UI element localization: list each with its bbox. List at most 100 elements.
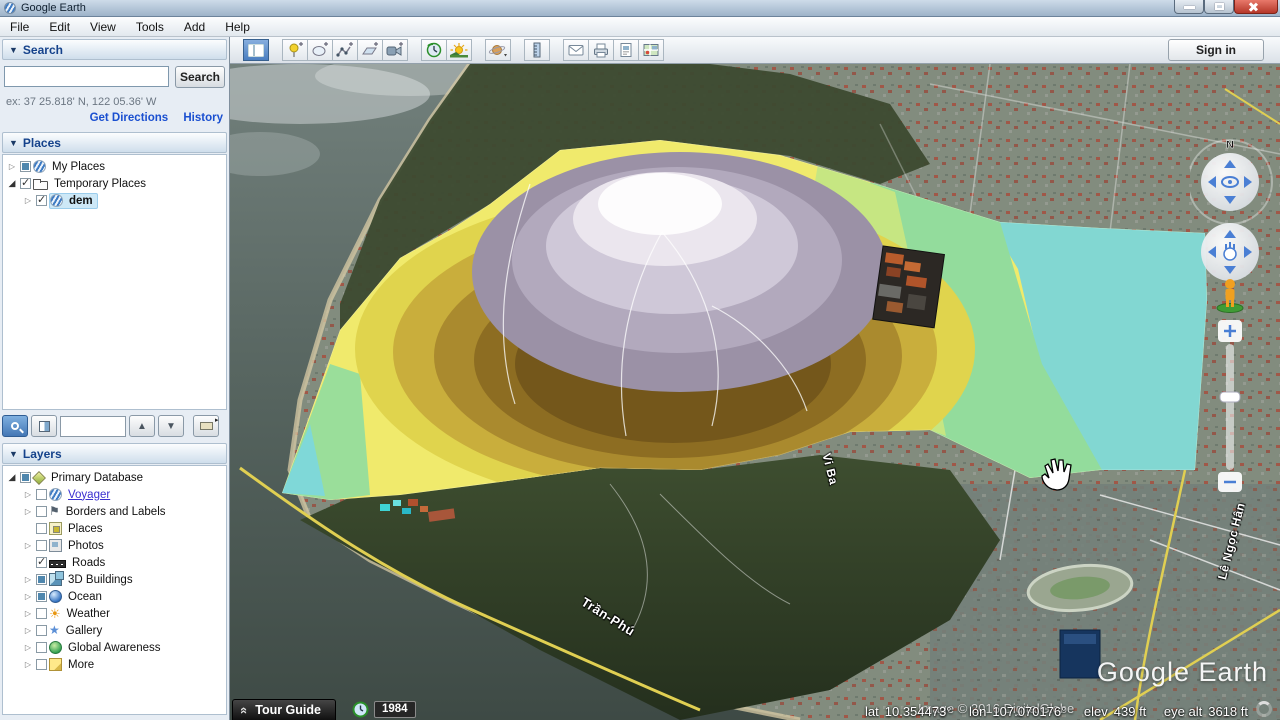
layers-item-primary-database[interactable]: ◢ Primary Database <box>3 469 226 486</box>
ruler-button[interactable] <box>524 39 550 61</box>
tree-item-label[interactable]: Borders and Labels <box>62 505 170 519</box>
checkbox[interactable] <box>36 489 47 500</box>
add-image-overlay-button[interactable] <box>357 39 383 61</box>
sidebar-toggle-button[interactable] <box>243 39 269 61</box>
layers-item-global-awareness[interactable]: ▷ Global Awareness <box>19 639 226 656</box>
checkbox[interactable] <box>36 555 47 568</box>
expander-icon[interactable]: ◢ <box>7 472 17 483</box>
checkbox[interactable] <box>36 608 47 619</box>
look-joystick[interactable] <box>1201 153 1259 211</box>
checkbox[interactable] <box>36 506 47 517</box>
expander-icon[interactable]: ◢ <box>7 178 17 189</box>
zoom-slider[interactable] <box>1218 320 1242 492</box>
historical-imagery-clock-icon[interactable] <box>352 701 369 718</box>
tree-item-label[interactable]: 3D Buildings <box>64 573 137 587</box>
tree-item-label[interactable]: Global Awareness <box>64 641 164 655</box>
checkbox[interactable] <box>36 193 47 206</box>
expander-icon[interactable]: ▷ <box>23 609 33 618</box>
show-profile-button[interactable] <box>31 415 57 437</box>
imagery-date-badge[interactable]: 1984 <box>374 701 416 718</box>
places-panel-header[interactable]: ▼ Places <box>2 132 227 153</box>
map-viewport[interactable]: Vi Ba Trần-Phú Hùng Vương Bà Triệu Lê Ng… <box>230 64 1280 720</box>
close-button[interactable] <box>1234 0 1278 14</box>
menu-edit[interactable]: Edit <box>39 18 80 36</box>
expander-icon[interactable]: ▷ <box>23 626 33 635</box>
layers-item-ocean[interactable]: ▷ Ocean <box>19 588 226 605</box>
checkbox[interactable] <box>20 472 31 483</box>
move-joystick[interactable] <box>1201 223 1259 281</box>
checkbox[interactable] <box>20 176 31 189</box>
menu-add[interactable]: Add <box>174 18 215 36</box>
pegman[interactable] <box>1216 279 1244 313</box>
checkbox[interactable] <box>36 523 47 534</box>
menu-view[interactable]: View <box>80 18 126 36</box>
menu-tools[interactable]: Tools <box>126 18 174 36</box>
tree-item-label[interactable]: Weather <box>63 607 114 621</box>
email-button[interactable] <box>563 39 589 61</box>
expander-icon[interactable]: ▷ <box>23 196 33 205</box>
photo-overlay[interactable] <box>872 245 946 329</box>
tree-item-label[interactable]: Photos <box>64 539 108 553</box>
sign-in-button[interactable]: Sign in <box>1168 39 1264 61</box>
expander-icon[interactable]: ▷ <box>23 575 33 584</box>
tree-item-label[interactable]: Voyager <box>64 488 114 502</box>
add-polygon-button[interactable] <box>307 39 333 61</box>
checkbox[interactable] <box>36 591 47 602</box>
save-image-button[interactable] <box>613 39 639 61</box>
places-item-dem[interactable]: ▷ dem <box>19 192 226 209</box>
tree-item-label[interactable]: My Places <box>48 160 109 174</box>
expander-icon[interactable]: ▷ <box>23 592 33 601</box>
tour-guide-button[interactable]: « Tour Guide <box>232 699 336 720</box>
layers-item-gallery[interactable]: ▷ ★ Gallery <box>19 622 226 639</box>
tree-item-label[interactable]: More <box>64 658 98 672</box>
expander-icon[interactable]: ▷ <box>23 541 33 550</box>
tree-item-label[interactable]: dem <box>65 194 97 208</box>
layers-item-3d-buildings[interactable]: ▷ 3D Buildings <box>19 571 226 588</box>
search-panel-header[interactable]: ▼ Search <box>2 39 227 60</box>
layers-item-places[interactable]: Places <box>19 520 226 537</box>
record-tour-button[interactable] <box>382 39 408 61</box>
folder-actions-button[interactable] <box>193 415 219 437</box>
search-input[interactable] <box>4 66 169 87</box>
zoom-handle[interactable] <box>1219 391 1241 403</box>
layers-item-roads[interactable]: Roads <box>19 554 226 571</box>
zoom-track[interactable] <box>1226 344 1234 470</box>
checkbox[interactable] <box>36 540 47 551</box>
move-up-button[interactable]: ▲ <box>129 415 155 437</box>
expander-icon[interactable]: ▷ <box>23 643 33 652</box>
menu-file[interactable]: File <box>0 18 39 36</box>
tree-item-label[interactable]: Roads <box>68 556 109 570</box>
menu-help[interactable]: Help <box>215 18 260 36</box>
layers-item-weather[interactable]: ▷ ☀ Weather <box>19 605 226 622</box>
tree-item-label[interactable]: Temporary Places <box>50 177 150 191</box>
add-placemark-button[interactable] <box>282 39 308 61</box>
layers-item-borders-and-labels[interactable]: ▷ ⚑ Borders and Labels <box>19 503 226 520</box>
restore-button[interactable] <box>1204 0 1234 14</box>
print-button[interactable] <box>588 39 614 61</box>
layers-item-voyager[interactable]: ▷ Voyager <box>19 486 226 503</box>
layers-item-more[interactable]: ▷ More <box>19 656 226 673</box>
sunlight-button[interactable] <box>446 39 472 61</box>
minimize-button[interactable] <box>1174 0 1204 14</box>
places-item-my-places[interactable]: ▷ My Places <box>3 158 226 175</box>
places-filter-input[interactable] <box>60 415 126 437</box>
checkbox[interactable] <box>20 161 31 172</box>
checkbox[interactable] <box>36 625 47 636</box>
tree-item-label[interactable]: Places <box>64 522 107 536</box>
search-button[interactable]: Search <box>175 66 225 88</box>
checkbox[interactable] <box>36 642 47 653</box>
add-path-button[interactable] <box>332 39 358 61</box>
navigation-controls[interactable]: N <box>1190 136 1274 556</box>
tree-item-label[interactable]: Gallery <box>62 624 106 638</box>
view-in-google-maps-button[interactable] <box>638 39 664 61</box>
expander-icon[interactable]: ▷ <box>23 490 33 499</box>
layers-panel-header[interactable]: ▼ Layers <box>2 443 227 464</box>
move-down-button[interactable]: ▼ <box>158 415 184 437</box>
historical-imagery-button[interactable] <box>421 39 447 61</box>
expander-icon[interactable]: ▷ <box>23 507 33 516</box>
tree-item-label[interactable]: Primary Database <box>47 471 147 485</box>
expander-icon[interactable]: ▷ <box>23 660 33 669</box>
tree-item-label[interactable]: Ocean <box>64 590 106 604</box>
get-directions-link[interactable]: Get Directions <box>90 112 169 124</box>
layers-item-photos[interactable]: ▷ Photos <box>19 537 226 554</box>
